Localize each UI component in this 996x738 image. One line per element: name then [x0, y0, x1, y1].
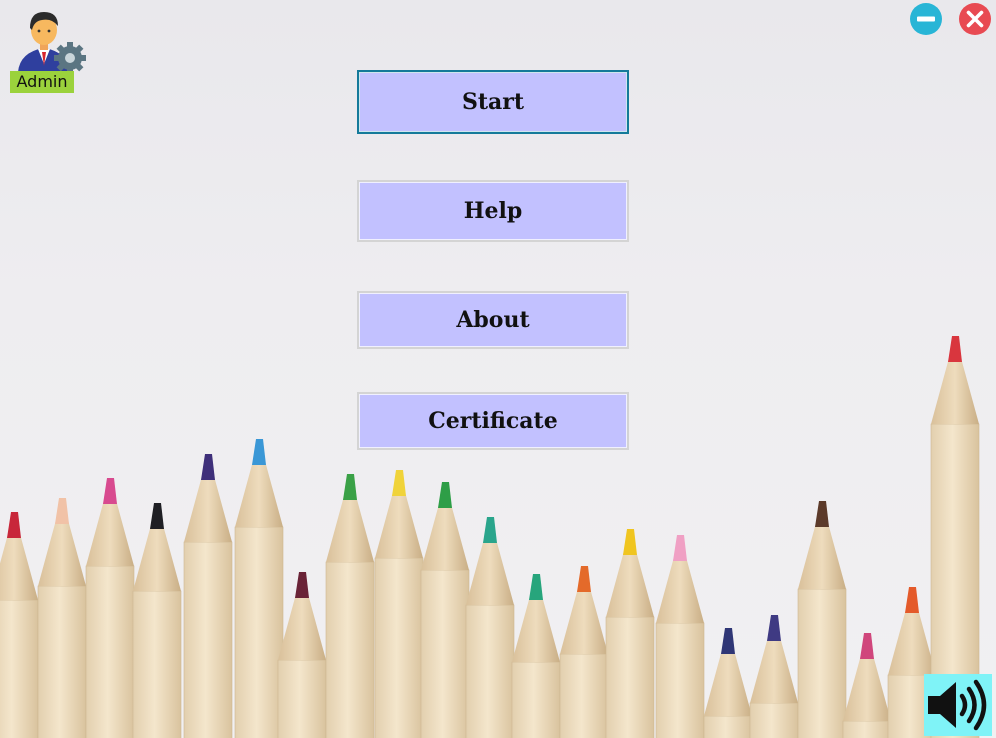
pencil-tip	[948, 336, 962, 362]
pencil-cone	[421, 504, 469, 570]
pencil-tip	[295, 572, 309, 598]
pencil-body	[797, 588, 847, 738]
admin-user-gear-icon	[18, 12, 86, 74]
pencil-body	[183, 541, 233, 738]
pencil-body	[0, 599, 39, 738]
speaker-volume-icon	[928, 679, 987, 731]
pencil-cone	[235, 461, 283, 527]
pencil-tip	[721, 628, 735, 654]
pencil-body	[559, 653, 609, 738]
pencil-cone	[798, 523, 846, 589]
start-button[interactable]: Start	[357, 70, 629, 134]
pencil-cone	[750, 637, 798, 703]
close-x-circle-icon	[959, 3, 991, 35]
pencil-tip	[392, 470, 406, 496]
main-window: Admin Start Help About Certificate	[0, 0, 996, 738]
pencil-body	[420, 569, 470, 738]
pencil-cone	[278, 594, 326, 660]
pencil-body	[132, 590, 182, 738]
pencil-tip	[55, 498, 69, 524]
pencil-cone	[38, 520, 86, 586]
pencil-cone	[606, 551, 654, 617]
pencil-body	[842, 720, 892, 738]
admin-label: Admin	[10, 71, 74, 93]
pencil-body	[374, 557, 424, 738]
pencil-cone	[326, 496, 374, 562]
pencil-cone	[843, 655, 891, 721]
pencil-tip	[252, 439, 266, 465]
pencil-cone	[133, 525, 181, 591]
pencil-tip	[767, 615, 781, 641]
pencil-tip	[815, 501, 829, 527]
pencil-cone	[656, 557, 704, 623]
pencil-tip	[438, 482, 452, 508]
pencil-cone	[86, 500, 134, 566]
pencil-cone	[931, 358, 979, 424]
minus-circle-icon	[910, 3, 942, 35]
about-button[interactable]: About	[357, 291, 629, 349]
pencil-tip	[577, 566, 591, 592]
pencil-body	[85, 565, 135, 738]
pencil-cone	[466, 539, 514, 605]
pencil-tip	[673, 535, 687, 561]
pencil-body	[703, 715, 753, 738]
pencil-tip	[7, 512, 21, 538]
pencil-tip	[905, 587, 919, 613]
pencil-tip	[483, 517, 497, 543]
close-button[interactable]	[959, 3, 991, 35]
pencil-body	[655, 622, 705, 738]
admin-profile[interactable]: Admin	[8, 4, 88, 94]
pencil-cone	[184, 476, 232, 542]
pencil-body	[511, 661, 561, 738]
help-button[interactable]: Help	[357, 180, 629, 242]
pencil-tip	[201, 454, 215, 480]
pencil-cone	[704, 650, 752, 716]
pencil-cone	[0, 534, 38, 600]
certificate-button[interactable]: Certificate	[357, 392, 629, 450]
pencil-cone	[512, 596, 560, 662]
pencil-body	[605, 616, 655, 738]
pencil-body	[325, 561, 375, 738]
pencil-cone	[375, 492, 423, 558]
pencil-cone	[560, 588, 608, 654]
pencil-body	[37, 585, 87, 738]
minimize-button[interactable]	[910, 3, 942, 35]
pencil-tip	[529, 574, 543, 600]
pencil-tip	[623, 529, 637, 555]
pencil-body	[277, 659, 327, 738]
sound-toggle-button[interactable]	[924, 674, 992, 736]
pencil-tip	[343, 474, 357, 500]
pencil-tip	[860, 633, 874, 659]
pencil-body	[749, 702, 799, 738]
pencil-cone	[888, 609, 936, 675]
pencil-tip	[103, 478, 117, 504]
pencil-tip	[150, 503, 164, 529]
pencil-body	[465, 604, 515, 738]
pencil-body	[234, 526, 284, 738]
